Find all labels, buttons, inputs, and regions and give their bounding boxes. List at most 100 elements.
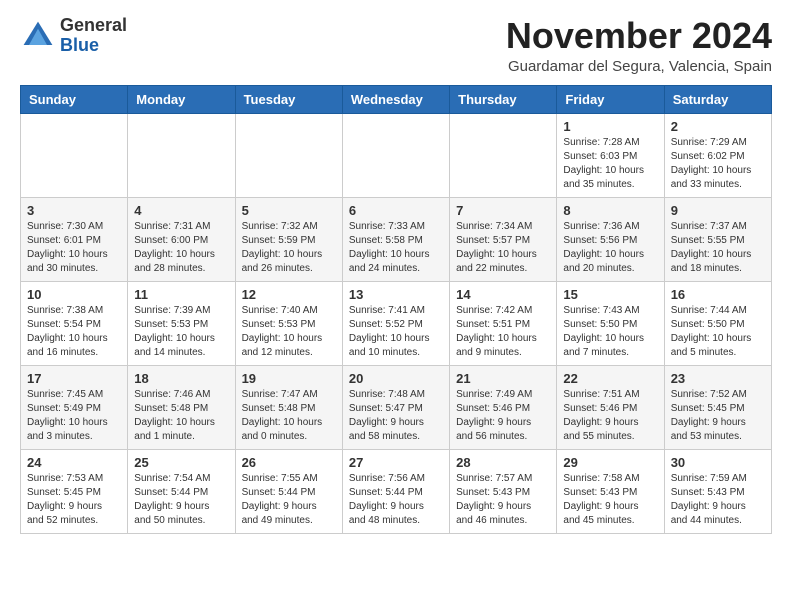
- day-info: Sunrise: 7:43 AM Sunset: 5:50 PM Dayligh…: [563, 304, 657, 360]
- calendar-cell: [128, 113, 235, 197]
- logo-icon: [20, 18, 56, 54]
- calendar-cell: 26Sunrise: 7:55 AM Sunset: 5:44 PM Dayli…: [235, 449, 342, 533]
- location: Guardamar del Segura, Valencia, Spain: [506, 58, 772, 75]
- calendar-cell: 14 Sunrise: 7:42 AM Sunset: 5:51 PM Dayli…: [450, 281, 557, 365]
- day-info: Sunrise: 7:46 AM Sunset: 5:48 PM Dayligh…: [134, 388, 228, 444]
- calendar-cell: [450, 113, 557, 197]
- day-number: 6: [349, 203, 443, 218]
- day-info: Sunrise: 7:40 AM Sunset: 5:53 PM Dayligh…: [242, 304, 336, 360]
- day-number: 12: [242, 287, 336, 302]
- calendar-cell: 6 Sunrise: 7:33 AM Sunset: 5:58 PM Daylig…: [342, 197, 449, 281]
- calendar-cell: 3 Sunrise: 7:30 AM Sunset: 6:01 PM Daylig…: [21, 197, 128, 281]
- day-number: 5: [242, 203, 336, 218]
- day-number: 26: [242, 455, 336, 470]
- logo: General Blue: [20, 16, 127, 56]
- col-header-friday: Friday: [557, 85, 664, 113]
- calendar-cell: 4 Sunrise: 7:31 AM Sunset: 6:00 PM Daylig…: [128, 197, 235, 281]
- day-info: Sunrise: 7:28 AM Sunset: 6:03 PM Dayligh…: [563, 136, 657, 192]
- day-number: 20: [349, 371, 443, 386]
- day-info: Sunrise: 7:54 AM Sunset: 5:44 PM Dayligh…: [134, 472, 228, 528]
- calendar-cell: 15 Sunrise: 7:43 AM Sunset: 5:50 PM Dayli…: [557, 281, 664, 365]
- calendar-cell: 5 Sunrise: 7:32 AM Sunset: 5:59 PM Daylig…: [235, 197, 342, 281]
- day-info: Sunrise: 7:38 AM Sunset: 5:54 PM Dayligh…: [27, 304, 121, 360]
- day-number: 24: [27, 455, 121, 470]
- calendar-cell: 27 Sunrise: 7:56 AM Sunset: 5:44 PM Dayli…: [342, 449, 449, 533]
- calendar-cell: 19 Sunrise: 7:47 AM Sunset: 5:48 PM Dayli…: [235, 365, 342, 449]
- calendar-cell: [235, 113, 342, 197]
- day-info: Sunrise: 7:31 AM Sunset: 6:00 PM Dayligh…: [134, 220, 228, 276]
- day-info: Sunrise: 7:34 AM Sunset: 5:57 PM Dayligh…: [456, 220, 550, 276]
- calendar-week-2: 10 Sunrise: 7:38 AM Sunset: 5:54 PM Dayli…: [21, 281, 772, 365]
- day-number: 17: [27, 371, 121, 386]
- calendar-cell: 12 Sunrise: 7:40 AM Sunset: 5:53 PM Dayli…: [235, 281, 342, 365]
- day-info: Sunrise: 7:49 AM Sunset: 5:46 PM Dayligh…: [456, 388, 550, 444]
- calendar-week-1: 3 Sunrise: 7:30 AM Sunset: 6:01 PM Daylig…: [21, 197, 772, 281]
- calendar-week-0: 1 Sunrise: 7:28 AM Sunset: 6:03 PM Daylig…: [21, 113, 772, 197]
- calendar-header-row: SundayMondayTuesdayWednesdayThursdayFrid…: [21, 85, 772, 113]
- day-info: Sunrise: 7:42 AM Sunset: 5:51 PM Dayligh…: [456, 304, 550, 360]
- calendar-cell: 29 Sunrise: 7:58 AM Sunset: 5:43 PM Dayli…: [557, 449, 664, 533]
- calendar-cell: 22 Sunrise: 7:51 AM Sunset: 5:46 PM Dayli…: [557, 365, 664, 449]
- calendar-cell: [21, 113, 128, 197]
- calendar-cell: 13 Sunrise: 7:41 AM Sunset: 5:52 PM Dayli…: [342, 281, 449, 365]
- calendar-cell: 2 Sunrise: 7:29 AM Sunset: 6:02 PM Daylig…: [664, 113, 771, 197]
- day-number: 25: [134, 455, 228, 470]
- day-number: 23: [671, 371, 765, 386]
- day-info: Sunrise: 7:51 AM Sunset: 5:46 PM Dayligh…: [563, 388, 657, 444]
- day-number: 7: [456, 203, 550, 218]
- day-info: Sunrise: 7:39 AM Sunset: 5:53 PM Dayligh…: [134, 304, 228, 360]
- day-number: 11: [134, 287, 228, 302]
- day-info: Sunrise: 7:33 AM Sunset: 5:58 PM Dayligh…: [349, 220, 443, 276]
- calendar-week-3: 17Sunrise: 7:45 AM Sunset: 5:49 PM Dayli…: [21, 365, 772, 449]
- day-number: 28: [456, 455, 550, 470]
- col-header-sunday: Sunday: [21, 85, 128, 113]
- day-info: Sunrise: 7:30 AM Sunset: 6:01 PM Dayligh…: [27, 220, 121, 276]
- calendar-cell: 30Sunrise: 7:59 AM Sunset: 5:43 PM Dayli…: [664, 449, 771, 533]
- day-number: 10: [27, 287, 121, 302]
- day-info: Sunrise: 7:56 AM Sunset: 5:44 PM Dayligh…: [349, 472, 443, 528]
- day-info: Sunrise: 7:58 AM Sunset: 5:43 PM Dayligh…: [563, 472, 657, 528]
- day-number: 14: [456, 287, 550, 302]
- calendar-cell: [342, 113, 449, 197]
- day-number: 21: [456, 371, 550, 386]
- calendar-cell: 28Sunrise: 7:57 AM Sunset: 5:43 PM Dayli…: [450, 449, 557, 533]
- day-info: Sunrise: 7:32 AM Sunset: 5:59 PM Dayligh…: [242, 220, 336, 276]
- calendar-cell: 17Sunrise: 7:45 AM Sunset: 5:49 PM Dayli…: [21, 365, 128, 449]
- calendar-cell: 8Sunrise: 7:36 AM Sunset: 5:56 PM Daylig…: [557, 197, 664, 281]
- calendar-cell: 23Sunrise: 7:52 AM Sunset: 5:45 PM Dayli…: [664, 365, 771, 449]
- day-number: 15: [563, 287, 657, 302]
- logo-general: General: [60, 15, 127, 35]
- col-header-wednesday: Wednesday: [342, 85, 449, 113]
- logo-blue: Blue: [60, 35, 99, 55]
- calendar-cell: 7 Sunrise: 7:34 AM Sunset: 5:57 PM Daylig…: [450, 197, 557, 281]
- day-number: 18: [134, 371, 228, 386]
- day-number: 4: [134, 203, 228, 218]
- day-info: Sunrise: 7:29 AM Sunset: 6:02 PM Dayligh…: [671, 136, 765, 192]
- day-info: Sunrise: 7:48 AM Sunset: 5:47 PM Dayligh…: [349, 388, 443, 444]
- day-info: Sunrise: 7:53 AM Sunset: 5:45 PM Dayligh…: [27, 472, 121, 528]
- calendar-cell: 21 Sunrise: 7:49 AM Sunset: 5:46 PM Dayli…: [450, 365, 557, 449]
- day-number: 27: [349, 455, 443, 470]
- title-block: November 2024 Guardamar del Segura, Vale…: [506, 16, 772, 75]
- day-number: 16: [671, 287, 765, 302]
- day-number: 2: [671, 119, 765, 134]
- calendar-cell: 16 Sunrise: 7:44 AM Sunset: 5:50 PM Dayli…: [664, 281, 771, 365]
- calendar-cell: 18 Sunrise: 7:46 AM Sunset: 5:48 PM Dayli…: [128, 365, 235, 449]
- calendar-cell: 1 Sunrise: 7:28 AM Sunset: 6:03 PM Daylig…: [557, 113, 664, 197]
- day-number: 22: [563, 371, 657, 386]
- day-number: 19: [242, 371, 336, 386]
- calendar-cell: 10 Sunrise: 7:38 AM Sunset: 5:54 PM Dayli…: [21, 281, 128, 365]
- day-info: Sunrise: 7:37 AM Sunset: 5:55 PM Dayligh…: [671, 220, 765, 276]
- day-info: Sunrise: 7:47 AM Sunset: 5:48 PM Dayligh…: [242, 388, 336, 444]
- day-number: 13: [349, 287, 443, 302]
- day-number: 1: [563, 119, 657, 134]
- col-header-thursday: Thursday: [450, 85, 557, 113]
- day-number: 30: [671, 455, 765, 470]
- col-header-monday: Monday: [128, 85, 235, 113]
- day-number: 3: [27, 203, 121, 218]
- day-info: Sunrise: 7:44 AM Sunset: 5:50 PM Dayligh…: [671, 304, 765, 360]
- calendar-cell: 11 Sunrise: 7:39 AM Sunset: 5:53 PM Dayli…: [128, 281, 235, 365]
- day-info: Sunrise: 7:41 AM Sunset: 5:52 PM Dayligh…: [349, 304, 443, 360]
- day-number: 29: [563, 455, 657, 470]
- calendar-table: SundayMondayTuesdayWednesdayThursdayFrid…: [20, 85, 772, 534]
